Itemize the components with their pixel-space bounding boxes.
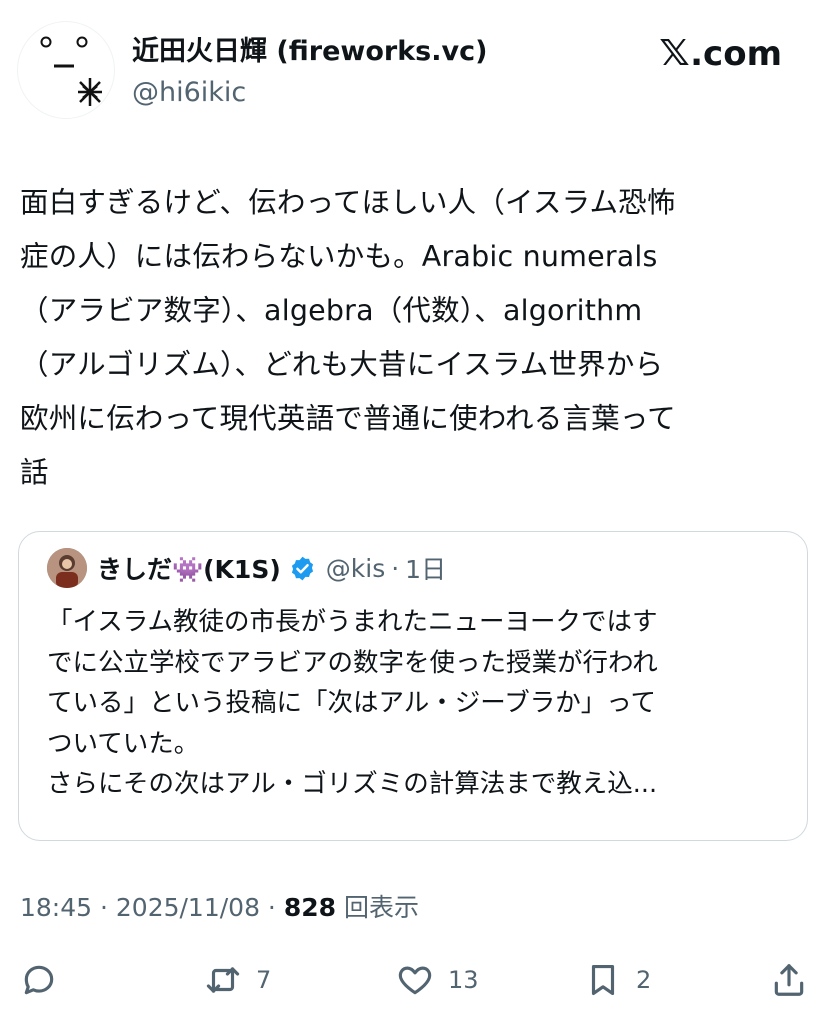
tweet-date[interactable]: 2025/11/08	[116, 893, 260, 922]
x-logo-icon: 𝕏	[659, 33, 690, 74]
quoted-avatar-image-icon	[47, 548, 87, 588]
author-display-name[interactable]: 近田火日輝 (fireworks.vc)	[132, 34, 487, 70]
quoted-timestamp[interactable]: 1日	[405, 550, 446, 586]
meta-separator: ·	[92, 893, 116, 922]
tweet-text: 面白すぎるけど、伝わってほしい人（イスラム恐怖 症の人）には伝わらないかも。Ar…	[20, 186, 676, 489]
like-count: 13	[448, 966, 479, 994]
heart-icon	[398, 966, 432, 995]
share-icon	[774, 964, 804, 996]
quoted-tweet-card[interactable]: きしだ👾(K1S) @kis · 1日 「イスラム教徒の市長がうまれたニューヨー…	[18, 531, 808, 841]
quoted-tweet-text: 「イスラム教徒の市長がうまれたニューヨークではす でに公立学校でアラビアの数字を…	[47, 607, 658, 799]
author-avatar[interactable]	[18, 22, 114, 118]
view-count-label: 回表示	[336, 893, 419, 922]
tweet-time[interactable]: 18:45	[20, 893, 92, 922]
avatar-face-icon	[40, 36, 102, 106]
author-handle[interactable]: @hi6ikic	[132, 76, 246, 110]
meta-separator: ·	[259, 893, 284, 922]
retweet-button[interactable]: 7	[204, 958, 271, 1002]
reply-icon	[24, 965, 54, 995]
quoted-author-name[interactable]: きしだ👾(K1S)	[97, 550, 281, 586]
quoted-author-handle[interactable]: @kis	[326, 554, 385, 583]
quoted-tweet-header: きしだ👾(K1S) @kis · 1日	[97, 546, 446, 590]
bookmark-count: 2	[636, 966, 652, 994]
x-com-logo: 𝕏 .com	[659, 33, 782, 75]
verified-badge-icon	[291, 556, 313, 580]
retweet-icon	[206, 967, 240, 993]
reply-button[interactable]	[20, 958, 72, 1002]
view-count: 828	[283, 893, 337, 922]
share-button[interactable]	[770, 958, 808, 1002]
brand-domain: .com	[690, 34, 782, 74]
retweet-count: 7	[256, 966, 272, 994]
bookmark-icon	[591, 964, 615, 996]
bookmark-button[interactable]: 2	[584, 958, 651, 1002]
quoted-separator: ·	[391, 553, 400, 583]
quoted-author-avatar[interactable]	[47, 548, 87, 588]
tweet-meta: 18:45 · 2025/11/08 · 828 回表示	[20, 890, 419, 926]
like-button[interactable]: 13	[396, 958, 479, 1002]
